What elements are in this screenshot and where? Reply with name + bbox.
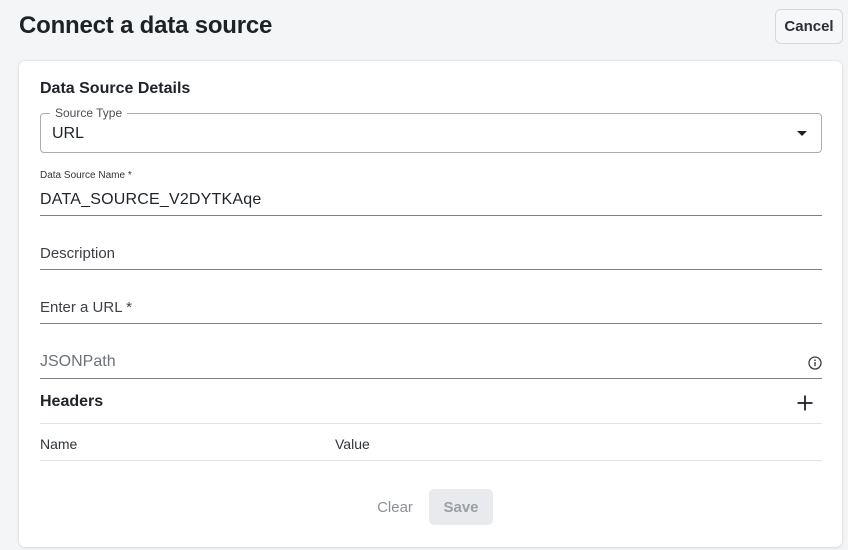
- source-type-select[interactable]: Source Type URL: [40, 106, 822, 153]
- data-source-name-field[interactable]: Data Source Name * DATA_SOURCE_V2DYTKAqe: [40, 170, 822, 216]
- field-underline: [40, 269, 822, 270]
- page-title: Connect a data source: [19, 12, 273, 39]
- header-name-column: Name: [40, 436, 78, 452]
- headers-divider: [40, 423, 822, 424]
- source-type-value: URL: [52, 125, 85, 142]
- header-value-column: Value: [335, 436, 370, 452]
- dropdown-arrow-icon: [797, 131, 807, 136]
- data-source-form-card: Data Source Details Source Type URL Data…: [19, 61, 842, 547]
- data-source-name-value: DATA_SOURCE_V2DYTKAqe: [40, 191, 262, 208]
- field-underline: [40, 323, 822, 324]
- jsonpath-field[interactable]: JSONPath: [40, 344, 822, 379]
- section-title: Data Source Details: [40, 80, 191, 97]
- info-icon[interactable]: [808, 356, 822, 370]
- url-field[interactable]: Enter a URL *: [40, 289, 822, 324]
- connect-data-source-page: Connect a data source Cancel Data Source…: [0, 0, 848, 550]
- headers-table-divider: [40, 460, 822, 461]
- field-underline: [40, 215, 822, 216]
- description-field[interactable]: Description: [40, 235, 822, 270]
- source-type-label: Source Type: [50, 106, 128, 120]
- jsonpath-placeholder: JSONPath: [40, 353, 116, 370]
- data-source-name-label: Data Source Name *: [40, 170, 132, 181]
- field-underline: [40, 378, 822, 379]
- cancel-button[interactable]: Cancel: [775, 9, 843, 44]
- headers-title: Headers: [40, 393, 104, 410]
- save-button[interactable]: Save: [429, 489, 493, 525]
- url-label: Enter a URL *: [40, 299, 132, 316]
- plus-icon[interactable]: [796, 394, 814, 412]
- clear-button[interactable]: Clear: [369, 489, 421, 525]
- description-label: Description: [40, 245, 116, 262]
